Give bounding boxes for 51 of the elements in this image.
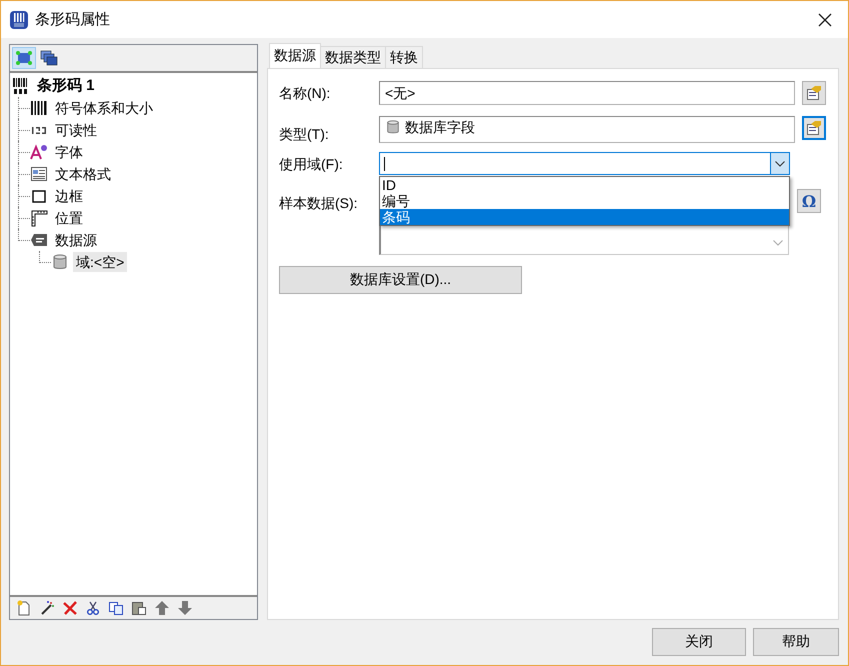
database-settings-button[interactable]: 数据库设置(D)...	[279, 266, 522, 294]
tree-item[interactable]: 符号体系和大小	[52, 98, 156, 118]
field-label: 样本数据(S):	[279, 194, 359, 213]
name-field[interactable]: <无>	[379, 81, 795, 105]
tree-item[interactable]: 边框	[52, 186, 86, 206]
database-icon	[385, 119, 401, 135]
tree-item[interactable]: 可读性	[52, 120, 100, 140]
symbol-button[interactable]: Ω	[797, 189, 821, 213]
dropdown-option[interactable]: ID	[380, 177, 789, 193]
browse-button[interactable]	[802, 81, 826, 105]
text-format-icon	[30, 165, 48, 183]
tree-item[interactable]: 文本格式	[52, 164, 114, 184]
tab[interactable]: 数据源	[269, 43, 321, 68]
close-button[interactable]: 关闭	[652, 628, 746, 656]
browse-button[interactable]	[802, 116, 826, 140]
field-label: 类型(T):	[279, 125, 330, 144]
delete-icon[interactable]	[62, 600, 78, 616]
chevron-down-icon[interactable]	[775, 160, 785, 166]
down-arrow-icon[interactable]	[177, 600, 193, 616]
nodes-view-button[interactable]	[12, 47, 36, 69]
tree-item[interactable]: 字体	[52, 142, 86, 162]
paste-icon[interactable]	[131, 600, 147, 616]
up-arrow-icon[interactable]	[154, 600, 170, 616]
help-button[interactable]: 帮助	[753, 628, 839, 656]
document-icon	[806, 85, 822, 101]
tree-item[interactable]: 位置	[52, 208, 86, 228]
chevron-down-icon	[773, 240, 783, 246]
cut-icon[interactable]	[85, 600, 101, 616]
close-icon[interactable]	[818, 12, 832, 26]
new-icon[interactable]	[16, 600, 32, 616]
font-icon	[30, 143, 48, 161]
window-title: 条形码属性	[35, 10, 110, 29]
tree-item[interactable]: 条形码 1	[34, 76, 98, 96]
field-label: 名称(N):	[279, 84, 332, 103]
dropdown-option[interactable]: 条码	[380, 209, 789, 225]
copy-icon[interactable]	[108, 600, 124, 616]
app-icon	[9, 10, 29, 30]
barcode-bars-icon	[30, 99, 48, 117]
ruler-icon	[30, 209, 48, 227]
database-icon	[51, 253, 69, 271]
type-field[interactable]: 数据库字段	[379, 116, 795, 143]
tree-item[interactable]: 域:<空>	[73, 252, 128, 272]
field-dropdown[interactable]	[379, 152, 790, 175]
tree-item[interactable]: 数据源	[52, 230, 100, 250]
field-label: 使用域(F):	[279, 155, 344, 174]
barcode-icon	[12, 77, 30, 95]
tag-icon	[30, 231, 48, 249]
document-icon	[806, 120, 822, 136]
dropdown-option[interactable]: 编号	[380, 193, 789, 209]
wand-icon[interactable]	[39, 600, 55, 616]
tab[interactable]: 转换	[385, 46, 423, 68]
